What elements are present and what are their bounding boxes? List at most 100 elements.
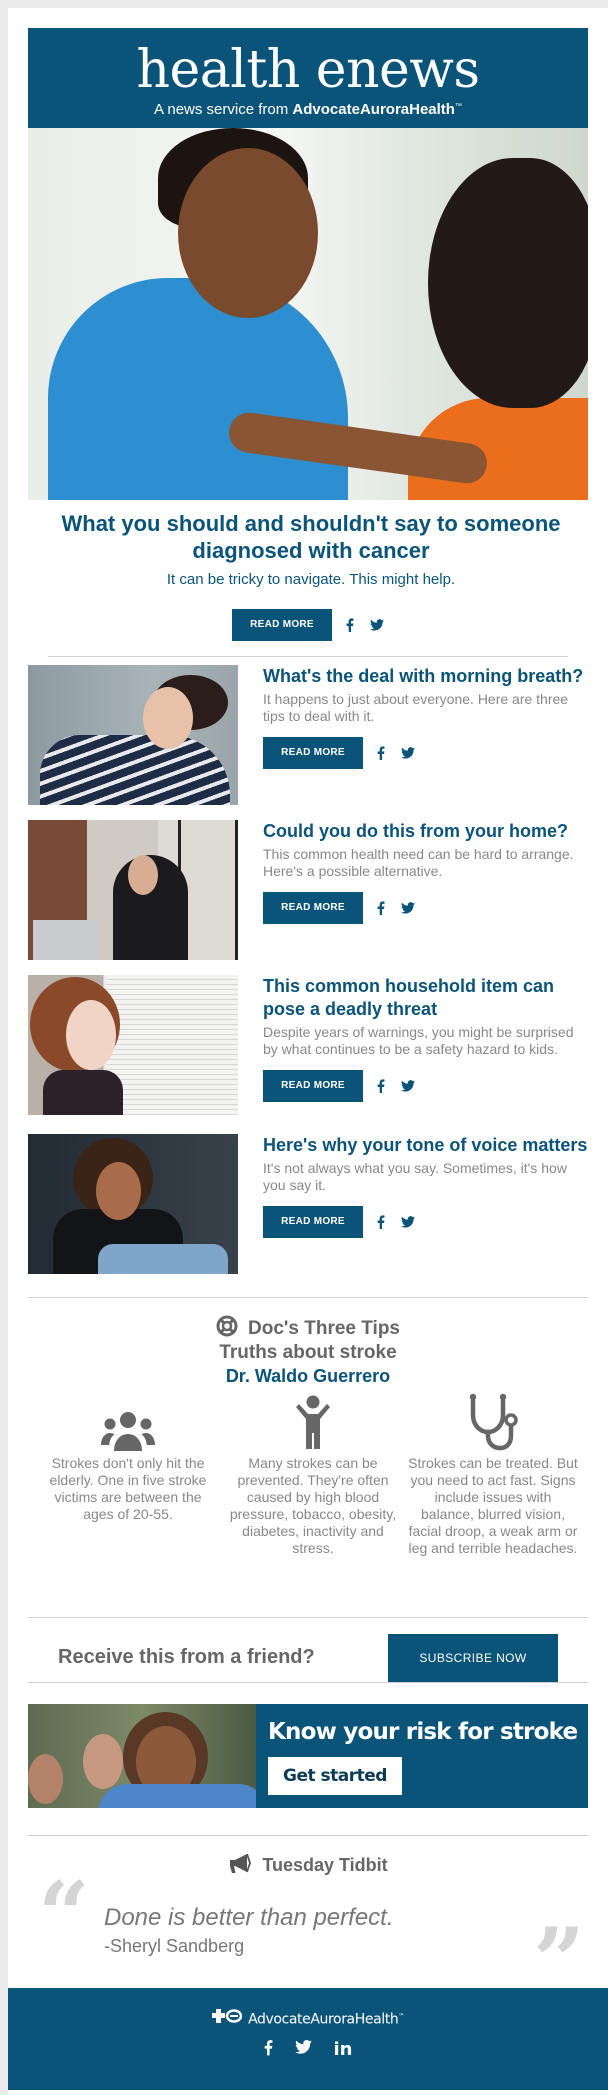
promo-image-shape (83, 1734, 123, 1789)
tip-item: Many strokes can be prevented. They're o… (228, 1395, 398, 1557)
masthead-tagline: A news service from AdvocateAuroraHealth… (28, 98, 588, 119)
thumbnail-shape (128, 855, 158, 895)
article-description: It's not always what you say. Sometimes,… (263, 1160, 567, 1193)
tidbit-heading-text: Tuesday Tidbit (262, 1855, 388, 1875)
article-body: What's the deal with morning breath? It … (263, 665, 588, 769)
stroke-risk-banner[interactable]: Know your risk for stroke Get started (28, 1704, 588, 1808)
article-description: This common health need can be hard to a… (263, 846, 574, 879)
life-ring-icon (216, 1315, 238, 1343)
facebook-icon[interactable] (346, 618, 354, 632)
thumbnail-shape (106, 975, 238, 1115)
health-enews-logo: health enews (136, 40, 480, 100)
hero-image-shape (178, 148, 318, 318)
quote-author: -Sheryl Sandberg (104, 1936, 245, 1956)
article-thumbnail[interactable] (28, 665, 238, 805)
twitter-icon[interactable] (294, 2040, 312, 2059)
read-more-button[interactable]: READ MORE (263, 1070, 363, 1102)
twitter-icon[interactable] (401, 747, 415, 759)
footer-brand: AdvocateAuroraHealth™ (248, 2008, 404, 2029)
tagline-prefix: A news service from (154, 101, 289, 118)
hero-image[interactable] (28, 128, 588, 500)
thumbnail-shape (143, 687, 193, 749)
tip-text: Strokes don't only hit the elderly. One … (49, 1455, 207, 1522)
promo-title: Know your risk for stroke (268, 1719, 578, 1745)
quote-text: Done is better than perfect. (104, 1904, 394, 1931)
article-description: It happens to just about everyone. Here … (263, 691, 569, 724)
tip-item: Strokes can be treated. But you need to … (408, 1393, 578, 1557)
open-quote-icon: “ (38, 1862, 90, 1968)
section-divider (48, 656, 568, 657)
footer-brand-text: AdvocateAuroraHealth (248, 2011, 399, 2028)
trademark: ™ (398, 2013, 404, 2020)
get-started-button[interactable]: Get started (268, 1757, 402, 1795)
tips-topic: Truths about stroke (219, 1342, 397, 1363)
article-thumbnail[interactable] (28, 1134, 238, 1274)
group-icon (43, 1401, 213, 1451)
article-actions: READ MORE (263, 1070, 588, 1102)
stethoscope-icon (408, 1393, 578, 1451)
thumbnail-shape (40, 735, 230, 805)
article-title-link[interactable]: Here's why your tone of voice matters (263, 1134, 588, 1157)
linkedin-icon[interactable]: in (334, 2040, 353, 2059)
footer: AdvocateAuroraHealth™ in (8, 1988, 608, 2090)
footer-logo[interactable]: AdvocateAuroraHealth™ (8, 2008, 608, 2029)
thumbnail-shape (33, 920, 98, 960)
facebook-icon[interactable] (377, 1215, 385, 1229)
thumbnail-shape (98, 1244, 228, 1274)
hero-read-more-button[interactable]: READ MORE (232, 609, 332, 641)
article-actions: READ MORE (263, 1206, 588, 1238)
thumbnail-shape (43, 1070, 123, 1115)
tip-item: Strokes don't only hit the elderly. One … (43, 1401, 213, 1523)
section-divider (28, 1682, 588, 1683)
read-more-button[interactable]: READ MORE (263, 892, 363, 924)
tagline-brand: AdvocateAuroraHealth (292, 101, 455, 118)
promo-image (28, 1704, 256, 1808)
twitter-icon[interactable] (370, 619, 384, 631)
read-more-button[interactable]: READ MORE (263, 737, 363, 769)
article-body: This common household item can pose a de… (263, 975, 588, 1102)
person-icon (228, 1395, 398, 1451)
facebook-icon[interactable] (377, 1079, 385, 1093)
tip-text: Strokes can be treated. But you need to … (408, 1455, 578, 1556)
article-body: Could you do this from your home? This c… (263, 820, 588, 924)
tips-doctor-link[interactable]: Dr. Waldo Guerrero (8, 1365, 608, 1387)
article-thumbnail[interactable] (28, 975, 238, 1115)
hero-image-shape (48, 278, 348, 500)
share-links (377, 1215, 415, 1229)
share-links (377, 1079, 415, 1093)
tips-heading: Doc's Three Tips (8, 1315, 608, 1343)
article-description: Despite years of warnings, you might be … (263, 1024, 574, 1057)
subscribe-now-button[interactable]: SUBSCRIBE NOW (388, 1634, 558, 1682)
article-actions: READ MORE (263, 892, 588, 924)
tidbit-heading: Tuesday Tidbit (8, 1853, 608, 1879)
facebook-icon[interactable] (377, 746, 385, 760)
twitter-icon[interactable] (401, 902, 415, 914)
section-divider (28, 1617, 588, 1618)
twitter-icon[interactable] (401, 1216, 415, 1228)
share-links (377, 901, 415, 915)
megaphone-icon (228, 1853, 252, 1879)
read-more-button[interactable]: READ MORE (263, 1206, 363, 1238)
thumbnail-shape (66, 1000, 116, 1070)
article-title-link[interactable]: Could you do this from your home? (263, 820, 588, 843)
tips-heading-text: Doc's Three Tips (248, 1318, 400, 1339)
share-links (377, 746, 415, 760)
footer-social-links: in (8, 2039, 608, 2061)
promo-image-shape (28, 1754, 63, 1804)
hero-share-links (346, 618, 384, 632)
facebook-icon[interactable] (264, 2039, 273, 2061)
twitter-icon[interactable] (401, 1080, 415, 1092)
section-divider (28, 1835, 588, 1836)
article-title-link[interactable]: What's the deal with morning breath? (263, 665, 588, 688)
trademark: ™ (454, 103, 462, 110)
article-title-link[interactable]: This common household item can pose a de… (263, 975, 588, 1021)
masthead[interactable]: health enews A news service from Advocat… (28, 28, 588, 128)
promo-image-shape (98, 1784, 256, 1808)
section-divider (28, 1297, 588, 1298)
article-thumbnail[interactable] (28, 820, 238, 960)
article-actions: READ MORE (263, 737, 588, 769)
facebook-icon[interactable] (377, 901, 385, 915)
article-body: Here's why your tone of voice matters It… (263, 1134, 588, 1238)
tip-text: Many strokes can be prevented. They're o… (229, 1455, 397, 1556)
hero-headline-link[interactable]: What you should and shouldn't say to som… (36, 510, 586, 564)
